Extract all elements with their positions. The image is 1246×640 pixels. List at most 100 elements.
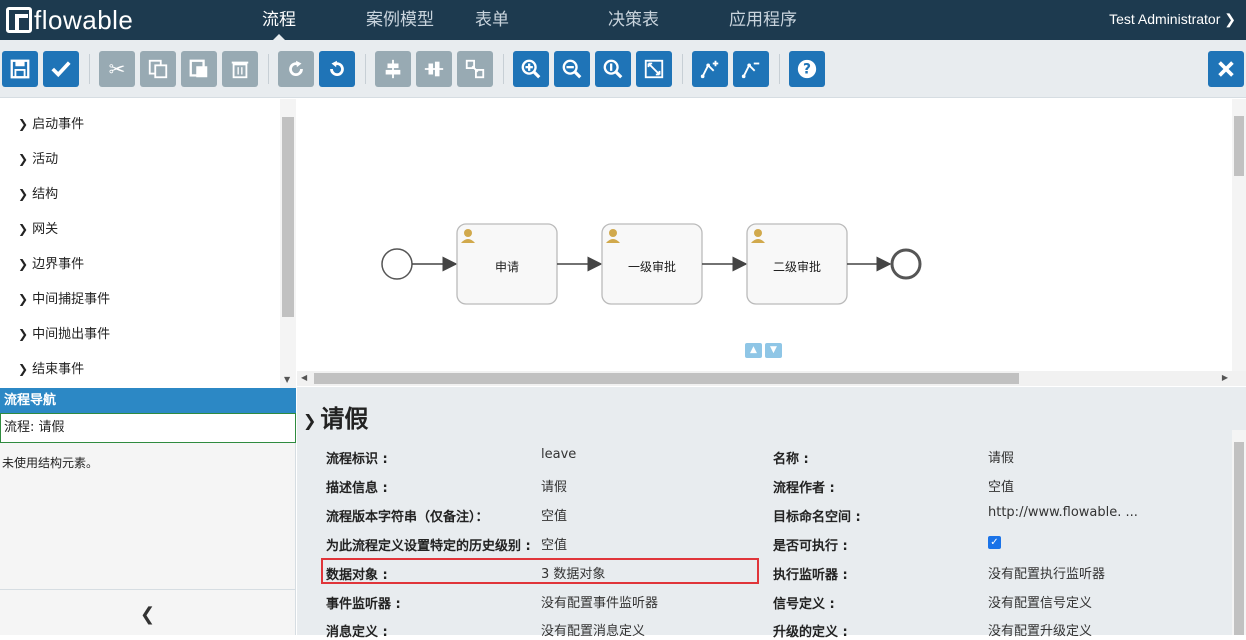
property-value[interactable]: http://www.flowable. ... (988, 505, 1138, 520)
property-value[interactable]: 没有配置执行监听器 (988, 563, 1105, 582)
chevron-down-icon: ❯ (1224, 11, 1236, 27)
scrollbar-thumb[interactable] (314, 373, 1019, 384)
collapse-panel-button[interactable]: ❮ (0, 589, 296, 635)
property-value[interactable]: 空值 (541, 534, 567, 553)
remove-bendpoint-icon (741, 62, 760, 79)
navigator-header: 流程导航 (0, 388, 296, 413)
property-value[interactable]: 没有配置信号定义 (988, 592, 1092, 611)
palette-group-structural[interactable]: ❯ 结构 (18, 184, 58, 204)
palette-group-end-events[interactable]: ❯ 结束事件 (18, 359, 84, 379)
property-value[interactable]: 空值 (541, 505, 567, 524)
palette-group-throw-events[interactable]: ❯ 中间抛出事件 (18, 324, 110, 344)
zoom-fit-button[interactable] (636, 51, 672, 87)
property-label: 执行监听器 : (773, 568, 848, 583)
property-label: 信号定义 : (773, 597, 835, 612)
add-bendpoint-icon (700, 60, 719, 79)
property-label: 目标命名空间 : (773, 510, 861, 525)
palette-scrollbar[interactable]: ▼ (280, 99, 296, 388)
canvas-horizontal-scrollbar[interactable]: ◀ ▶ (297, 371, 1246, 386)
scrollbar-thumb[interactable] (1234, 116, 1244, 176)
property-value[interactable]: leave (541, 447, 576, 462)
close-editor-button[interactable] (1208, 51, 1244, 87)
toggle-properties: ▲ ▼ (745, 343, 782, 358)
properties-title[interactable]: ❯ 请假 (303, 399, 368, 434)
top-navbar: flowable 流程 案例模型 表单 决策表 应用程序 Test Admini… (0, 0, 1246, 40)
property-value[interactable]: 没有配置升级定义 (988, 620, 1092, 639)
scroll-down-icon[interactable]: ▼ (284, 375, 290, 384)
user-menu[interactable]: Test Administrator ❯ (1109, 0, 1236, 40)
align-vertical-icon (424, 61, 444, 77)
palette-group-gateways[interactable]: ❯ 网关 (18, 219, 58, 239)
chevron-right-icon: ❯ (18, 187, 29, 201)
delete-button[interactable] (222, 51, 258, 87)
navigator-process-item[interactable]: 流程: 请假 (0, 413, 296, 443)
flowable-logo[interactable]: flowable (6, 5, 133, 35)
scrollbar-thumb[interactable] (1234, 442, 1244, 635)
nav-decision-tables[interactable]: 决策表 (608, 0, 659, 40)
scissors-icon: ✂ (108, 57, 126, 81)
zoom-out-button[interactable] (554, 51, 590, 87)
save-button[interactable] (2, 51, 38, 87)
scroll-left-icon[interactable]: ◀ (301, 373, 307, 382)
undo-button[interactable] (319, 51, 355, 87)
nav-apps[interactable]: 应用程序 (729, 0, 797, 40)
toolbar-separator (779, 54, 780, 84)
undo-icon (330, 60, 344, 76)
user-name: Test Administrator (1109, 11, 1221, 27)
editor-toolbar: ✂ ? (0, 40, 1246, 98)
paste-button[interactable] (181, 51, 217, 87)
align-horizontal-button[interactable] (375, 51, 411, 87)
executable-checkbox[interactable]: ✓ (988, 536, 1001, 549)
help-button[interactable]: ? (789, 51, 825, 87)
palette-group-start-events[interactable]: ❯ 启动事件 (18, 114, 84, 134)
remove-bendpoint-button[interactable] (733, 51, 769, 87)
property-label: 消息定义 : (326, 625, 388, 640)
scrollbar-thumb[interactable] (282, 117, 294, 317)
align-vertical-button[interactable] (416, 51, 452, 87)
canvas-vertical-scrollbar[interactable] (1232, 99, 1246, 372)
palette-group-catch-events[interactable]: ❯ 中间捕捉事件 (18, 289, 110, 309)
copy-icon (148, 59, 168, 79)
toolbar-separator (365, 54, 366, 84)
same-size-button[interactable] (457, 51, 493, 87)
navigator-empty-text: 未使用结构元素。 (0, 443, 296, 589)
zoom-out-icon (562, 59, 582, 79)
property-label: 描述信息 : (326, 481, 388, 496)
validate-button[interactable] (43, 51, 79, 87)
nav-processes[interactable]: 流程 (262, 0, 296, 40)
save-icon (10, 59, 30, 79)
nav-case-models[interactable]: 案例模型 (366, 0, 434, 40)
redo-button[interactable] (278, 51, 314, 87)
cut-button[interactable]: ✂ (99, 51, 135, 87)
chevron-right-icon: ❯ (18, 222, 29, 236)
toolbar-separator (89, 54, 90, 84)
properties-scrollbar[interactable] (1232, 430, 1246, 635)
palette-group-boundary-events[interactable]: ❯ 边界事件 (18, 254, 84, 274)
property-value[interactable]: 没有配置消息定义 (541, 620, 645, 639)
paste-icon (189, 59, 208, 78)
property-value[interactable]: 请假 (541, 476, 567, 495)
nav-forms[interactable]: 表单 (475, 0, 509, 40)
property-label: 流程作者 : (773, 481, 835, 496)
palette-group-activities[interactable]: ❯ 活动 (18, 149, 58, 169)
end-event[interactable] (890, 248, 922, 280)
property-value[interactable]: 没有配置事件监听器 (541, 592, 658, 611)
copy-button[interactable] (140, 51, 176, 87)
zoom-in-button[interactable] (513, 51, 549, 87)
check-icon (51, 61, 71, 78)
start-event[interactable] (381, 248, 413, 280)
property-value[interactable]: 请假 (988, 447, 1014, 466)
chevron-up-icon[interactable]: ▲ (745, 343, 762, 358)
svg-text:?: ? (803, 62, 811, 78)
property-value[interactable]: 空值 (988, 476, 1014, 495)
property-value[interactable]: 3 数据对象 (541, 563, 605, 582)
redo-icon (289, 60, 303, 76)
add-bendpoint-button[interactable] (692, 51, 728, 87)
chevron-down-icon[interactable]: ▼ (765, 343, 782, 358)
zoom-actual-button[interactable] (595, 51, 631, 87)
task-label: 一级审批 (627, 260, 676, 274)
toolbar-separator (268, 54, 269, 84)
scroll-right-icon[interactable]: ▶ (1222, 373, 1228, 382)
same-size-icon (465, 59, 485, 79)
logo-mark-icon (6, 7, 32, 33)
